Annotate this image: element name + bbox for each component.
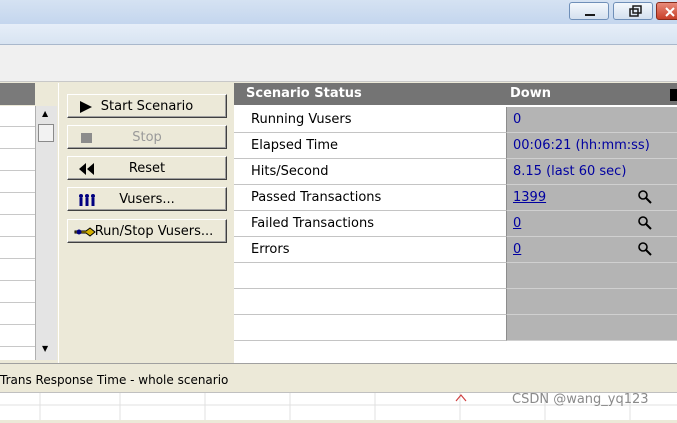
status-row-elapsed-time: Elapsed Time 00:06:21 (hh:mm:ss) — [234, 133, 677, 159]
vusers-label: Vusers... — [119, 192, 175, 207]
status-row-value: 00:06:21 (hh:mm:ss) — [513, 138, 650, 153]
start-scenario-label: Start Scenario — [100, 99, 194, 114]
status-row-name: Running Vusers — [251, 112, 352, 127]
toolbar — [0, 45, 677, 82]
status-row-name: Elapsed Time — [251, 138, 339, 153]
minimize-button[interactable] — [569, 2, 609, 20]
graph-title-bar: Trans Response Time - whole scenario — [0, 372, 677, 390]
status-row-value: 0 — [513, 112, 522, 127]
status-row-hits-second: Hits/Second 8.15 (last 60 sec) — [234, 159, 677, 185]
reset-label: Reset — [128, 161, 166, 176]
status-header-value: Down — [510, 86, 551, 101]
minimize-icon — [585, 14, 595, 16]
status-row-value: 8.15 (last 60 sec) — [513, 164, 627, 179]
magnifier-icon[interactable] — [637, 190, 653, 204]
status-row-empty — [234, 315, 677, 341]
stop-button[interactable]: Stop — [67, 125, 227, 149]
reset-button[interactable]: Reset — [67, 156, 227, 180]
status-table-header: Scenario Status Down — [234, 83, 677, 105]
status-row-failed-transactions: Failed Transactions 0 — [234, 211, 677, 237]
status-row-running-vusers: Running Vusers 0 — [234, 107, 677, 133]
header-resize-marker — [670, 89, 677, 101]
status-row-empty — [234, 263, 677, 289]
status-row-errors: Errors 0 — [234, 237, 677, 263]
status-row-name: Passed Transactions — [251, 190, 382, 205]
close-button[interactable] — [656, 2, 677, 20]
errors-link[interactable]: 0 — [513, 242, 521, 257]
restore-button[interactable] — [613, 2, 653, 20]
run-stop-vusers-button[interactable]: Run/Stop Vusers... — [67, 219, 227, 243]
left-grid — [0, 106, 35, 360]
start-scenario-button[interactable]: Start Scenario — [67, 94, 227, 118]
status-row-empty — [234, 289, 677, 315]
menu-band — [0, 24, 677, 45]
passed-transactions-link[interactable]: 1399 — [513, 190, 546, 205]
window-title-bar — [0, 0, 677, 24]
close-icon — [665, 7, 675, 17]
left-scrollbar[interactable]: ▲ ▼ — [35, 106, 57, 360]
left-grid-header — [0, 83, 35, 105]
scenario-controls: Start Scenario Stop Reset Vusers... Run/… — [58, 83, 235, 363]
run-stop-vusers-label: Run/Stop Vusers... — [94, 224, 214, 239]
scroll-down-icon[interactable]: ▼ — [42, 344, 48, 353]
scroll-up-icon[interactable]: ▲ — [42, 109, 48, 118]
stop-label: Stop — [132, 130, 162, 145]
status-row-passed-transactions: Passed Transactions 1399 — [234, 185, 677, 211]
magnifier-icon[interactable] — [637, 216, 653, 230]
scroll-thumb[interactable] — [38, 124, 54, 142]
magnifier-icon[interactable] — [637, 242, 653, 256]
graph-title: Trans Response Time - whole scenario — [0, 373, 229, 387]
scenario-status-table: Scenario Status Down Running Vusers 0 El… — [234, 83, 677, 363]
watermark: CSDN @wang_yq123 — [512, 392, 649, 407]
pane-splitter[interactable] — [0, 363, 677, 372]
status-row-name: Errors — [251, 242, 290, 257]
vusers-button[interactable]: Vusers... — [67, 187, 227, 211]
status-header-label: Scenario Status — [246, 86, 362, 101]
status-row-name: Hits/Second — [251, 164, 329, 179]
restore-icon — [629, 5, 642, 17]
status-row-name: Failed Transactions — [251, 216, 374, 231]
failed-transactions-link[interactable]: 0 — [513, 216, 521, 231]
